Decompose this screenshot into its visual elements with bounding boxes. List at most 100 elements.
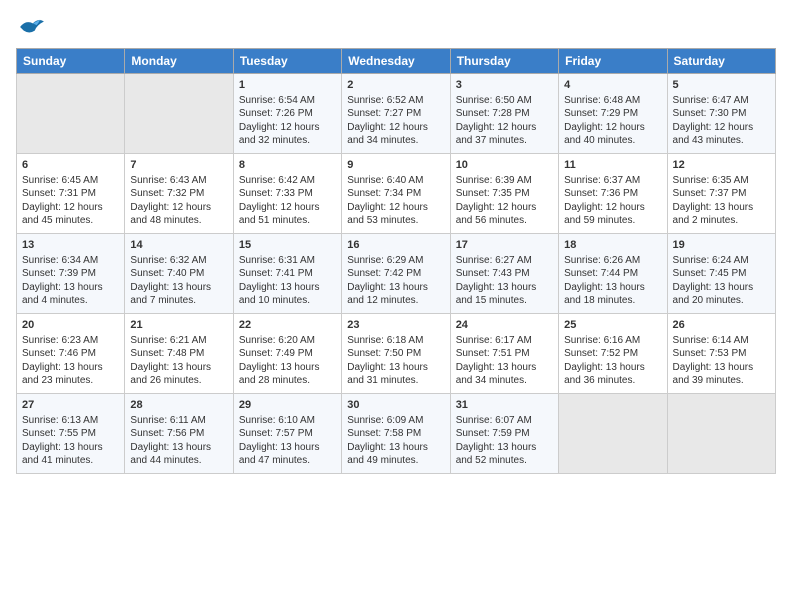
sunrise-text: Sunrise: 6:18 AM (347, 335, 423, 346)
calendar-cell: 9Sunrise: 6:40 AMSunset: 7:34 PMDaylight… (342, 154, 450, 234)
sunrise-text: Sunrise: 6:13 AM (22, 415, 98, 426)
calendar-cell: 19Sunrise: 6:24 AMSunset: 7:45 PMDayligh… (667, 234, 775, 314)
sunset-text: Sunset: 7:43 PM (456, 268, 530, 279)
calendar-cell: 20 Sunrise: 6:23 AM Sunset: 7:46 PM Dayligh… (17, 314, 125, 394)
page-header (16, 16, 776, 38)
calendar-cell: 8Sunrise: 6:42 AMSunset: 7:33 PMDaylight… (233, 154, 341, 234)
sunset-text: Sunset: 7:55 PM (22, 428, 96, 439)
sunrise-text: Sunrise: 6:24 AM (673, 255, 749, 266)
calendar-cell: 18Sunrise: 6:26 AMSunset: 7:44 PMDayligh… (559, 234, 667, 314)
calendar-cell: 17Sunrise: 6:27 AMSunset: 7:43 PMDayligh… (450, 234, 558, 314)
calendar-week-row: 13Sunrise: 6:34 AMSunset: 7:39 PMDayligh… (17, 234, 776, 314)
sunrise-text: Sunrise: 6:50 AM (456, 95, 532, 106)
day-number: 21 (130, 318, 227, 333)
calendar-cell: 14Sunrise: 6:32 AMSunset: 7:40 PMDayligh… (125, 234, 233, 314)
day-number: 22 (239, 318, 336, 333)
daylight-hours-text: Daylight: 13 hours and 12 minutes. (347, 282, 428, 307)
calendar-cell: 3Sunrise: 6:50 AMSunset: 7:28 PMDaylight… (450, 74, 558, 154)
sunrise-text: Sunrise: 6:52 AM (347, 95, 423, 106)
day-number: 26 (673, 318, 770, 333)
daylight-hours-text: Daylight: 12 hours and 51 minutes. (239, 202, 320, 227)
sunset-text: Sunset: 7:30 PM (673, 108, 747, 119)
day-number: 28 (130, 398, 227, 413)
sunset-text: Sunset: 7:46 PM (22, 348, 96, 359)
sunset-text: Sunset: 7:48 PM (130, 348, 204, 359)
daylight-hours-text: Daylight: 13 hours and 52 minutes. (456, 442, 537, 467)
sunset-text: Sunset: 7:57 PM (239, 428, 313, 439)
daylight-hours-text: Daylight: 13 hours and 44 minutes. (130, 442, 211, 467)
calendar-week-row: 1Sunrise: 6:54 AMSunset: 7:26 PMDaylight… (17, 74, 776, 154)
daylight-hours-text: Daylight: 13 hours and 4 minutes. (22, 282, 103, 307)
day-number: 13 (22, 238, 119, 253)
calendar-cell: 15Sunrise: 6:31 AMSunset: 7:41 PMDayligh… (233, 234, 341, 314)
logo (16, 16, 46, 38)
calendar-cell: 23 Sunrise: 6:18 AM Sunset: 7:50 PM Dayligh… (342, 314, 450, 394)
daylight-hours-text: Daylight: 12 hours and 48 minutes. (130, 202, 211, 227)
calendar-header: SundayMondayTuesdayWednesdayThursdayFrid… (17, 49, 776, 74)
sunset-text: Sunset: 7:50 PM (347, 348, 421, 359)
sunrise-text: Sunrise: 6:20 AM (239, 335, 315, 346)
sunrise-text: Sunrise: 6:32 AM (130, 255, 206, 266)
daylight-hours-text: Daylight: 12 hours and 34 minutes. (347, 122, 428, 147)
calendar-week-row: 27Sunrise: 6:13 AMSunset: 7:55 PMDayligh… (17, 394, 776, 474)
daylight-hours-text: Daylight: 13 hours and 49 minutes. (347, 442, 428, 467)
sunset-text: Sunset: 7:33 PM (239, 188, 313, 199)
day-number: 31 (456, 398, 553, 413)
daylight-hours-text: Daylight: 13 hours and 36 minutes. (564, 362, 645, 387)
calendar-week-row: 20 Sunrise: 6:23 AM Sunset: 7:46 PM Dayligh… (17, 314, 776, 394)
sunrise-text: Sunrise: 6:16 AM (564, 335, 640, 346)
calendar-cell: 21Sunrise: 6:21 AMSunset: 7:48 PMDayligh… (125, 314, 233, 394)
daylight-hours-text: Daylight: 12 hours and 45 minutes. (22, 202, 103, 227)
calendar-cell (667, 394, 775, 474)
daylight-hours-text: Daylight: 13 hours and 47 minutes. (239, 442, 320, 467)
sunrise-text: Sunrise: 6:23 AM (22, 335, 98, 346)
sunset-text: Sunset: 7:40 PM (130, 268, 204, 279)
day-number: 16 (347, 238, 444, 253)
sunset-text: Sunset: 7:52 PM (564, 348, 638, 359)
daylight-hours-text: Daylight: 12 hours and 53 minutes. (347, 202, 428, 227)
sunset-text: Sunset: 7:37 PM (673, 188, 747, 199)
day-number: 8 (239, 158, 336, 173)
sunrise-text: Sunrise: 6:27 AM (456, 255, 532, 266)
daylight-hours-text: Daylight: 13 hours and 23 minutes. (22, 362, 103, 387)
day-number: 11 (564, 158, 661, 173)
day-number: 30 (347, 398, 444, 413)
sunrise-text: Sunrise: 6:37 AM (564, 175, 640, 186)
sunrise-text: Sunrise: 6:40 AM (347, 175, 423, 186)
sunrise-text: Sunrise: 6:10 AM (239, 415, 315, 426)
calendar-cell: 2Sunrise: 6:52 AMSunset: 7:27 PMDaylight… (342, 74, 450, 154)
calendar-cell: 26Sunrise: 6:14 AMSunset: 7:53 PMDayligh… (667, 314, 775, 394)
sunrise-text: Sunrise: 6:48 AM (564, 95, 640, 106)
day-number: 9 (347, 158, 444, 173)
sunset-text: Sunset: 7:45 PM (673, 268, 747, 279)
daylight-hours-text: Daylight: 12 hours and 59 minutes. (564, 202, 645, 227)
sunset-text: Sunset: 7:49 PM (239, 348, 313, 359)
daylight-hours-text: Daylight: 13 hours and 15 minutes. (456, 282, 537, 307)
calendar-cell (559, 394, 667, 474)
daylight-hours-text: Daylight: 13 hours and 26 minutes. (130, 362, 211, 387)
sunset-text: Sunset: 7:59 PM (456, 428, 530, 439)
calendar-table: SundayMondayTuesdayWednesdayThursdayFrid… (16, 48, 776, 474)
sunset-text: Sunset: 7:32 PM (130, 188, 204, 199)
sunset-text: Sunset: 7:58 PM (347, 428, 421, 439)
sunset-text: Sunset: 7:29 PM (564, 108, 638, 119)
sunrise-text: Sunrise: 6:43 AM (130, 175, 206, 186)
day-number: 20 (22, 318, 119, 333)
header-cell: Monday (125, 49, 233, 74)
header-cell: Friday (559, 49, 667, 74)
calendar-cell: 11Sunrise: 6:37 AMSunset: 7:36 PMDayligh… (559, 154, 667, 234)
day-number: 7 (130, 158, 227, 173)
sunrise-text: Sunrise: 6:45 AM (22, 175, 98, 186)
calendar-cell: 27Sunrise: 6:13 AMSunset: 7:55 PMDayligh… (17, 394, 125, 474)
sunset-text: Sunset: 7:31 PM (22, 188, 96, 199)
header-row: SundayMondayTuesdayWednesdayThursdayFrid… (17, 49, 776, 74)
daylight-hours-text: Daylight: 12 hours and 32 minutes. (239, 122, 320, 147)
calendar-cell: 12Sunrise: 6:35 AMSunset: 7:37 PMDayligh… (667, 154, 775, 234)
day-number: 23 (347, 318, 444, 333)
daylight-hours-text: Daylight: 12 hours and 40 minutes. (564, 122, 645, 147)
calendar-cell: 25Sunrise: 6:16 AMSunset: 7:52 PMDayligh… (559, 314, 667, 394)
daylight-hours-text: Daylight: 12 hours and 56 minutes. (456, 202, 537, 227)
daylight-hours-text: Daylight: 13 hours and 31 minutes. (347, 362, 428, 387)
sunrise-text: Sunrise: 6:54 AM (239, 95, 315, 106)
daylight-hours-text: Daylight: 13 hours and 28 minutes. (239, 362, 320, 387)
